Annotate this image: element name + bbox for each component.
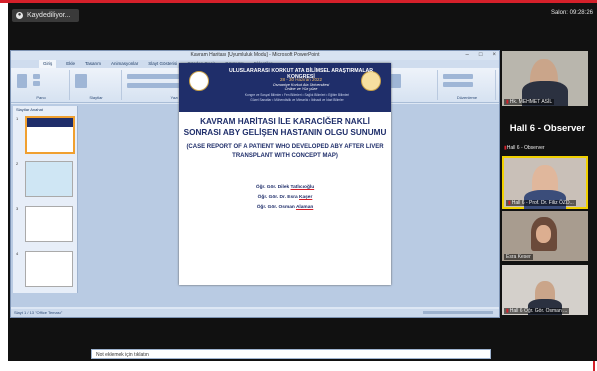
paste-icon[interactable] (17, 74, 27, 88)
font-selector[interactable] (127, 74, 187, 79)
ribbon-group-pano[interactable]: Pano (13, 70, 70, 100)
author-surname: Alaman (295, 205, 314, 210)
tab-animasyonlar[interactable]: Animasyonlar (111, 60, 138, 68)
slide-thumbnail-panel[interactable]: Slaytlar Anahat 1 2 3 4 (13, 106, 78, 293)
tab-slayt-gosterisi[interactable]: Slayt Gösterisi (148, 60, 177, 68)
group-label: Slaytlar (89, 95, 103, 100)
thumb-number: 4 (16, 251, 19, 256)
fields-line-1: Kongre ve Sosyal Bilimler • Fen Bilimler… (244, 93, 350, 97)
participant-name: ▮Hall 6 - Prof. Dr. Filiz ÖZD... (506, 200, 576, 206)
mic-muted-icon: ▮ (506, 308, 509, 314)
cut-icon[interactable] (33, 74, 40, 79)
panel-tabs[interactable]: Slaytlar Anahat (13, 106, 77, 113)
group-label: Düzenleme (456, 95, 478, 100)
participant-tile-5[interactable]: ▮Hall 6 Öğr. Gör. Osman ... (502, 265, 588, 315)
thumb-number: 1 (16, 116, 19, 121)
recording-indicator[interactable]: ● Kaydediliyor... (12, 9, 79, 22)
copy-icon[interactable] (33, 81, 40, 86)
slide-thumbnail-3[interactable] (25, 206, 73, 242)
slide-header-banner: ULUSLARARASI KORKUT ATA BİLİMSEL ARAŞTIR… (179, 63, 391, 112)
group-label: Pano (36, 95, 46, 100)
participant-name-text: Hall 6 Öğr. Gör. Osman ... (509, 308, 568, 314)
participant-name-text: Hall 6 - Prof. Dr. Filiz ÖZD... (511, 200, 574, 206)
tab-ekle[interactable]: Ekle (66, 60, 75, 68)
observer-name: ▮Hall 6 - Observer (504, 145, 545, 151)
author-title: Öğr. Gör. Dr. Esra (257, 195, 298, 200)
mic-muted-icon: ▮ (508, 200, 511, 206)
thumb-header (27, 118, 73, 127)
congress-dates: 28 - 30 Haziran 2022 (279, 77, 323, 82)
congress-fields: Kongre ve Sosyal Bilimler • Fen Bilimler… (209, 93, 385, 103)
close-icon[interactable]: × (492, 51, 496, 60)
maximize-icon[interactable]: □ (479, 51, 483, 60)
host-mode: Online ve Yüz yüze (284, 87, 318, 91)
author-title: Öğr. Gör. Dilek (255, 185, 290, 190)
author-surname: Kaşer (299, 195, 313, 200)
find-icon[interactable] (443, 74, 473, 79)
replace-icon[interactable] (443, 82, 473, 87)
ppt-title-bar: Kavram Haritası [Uyumluluk Modu] - Micro… (11, 51, 499, 60)
participant-name: ▮Hall 6 Öğr. Gör. Osman ... (504, 308, 570, 314)
thumb-number: 3 (16, 206, 19, 211)
participant-tile-1[interactable]: ▮Hk. MEHMET ASİL (502, 51, 588, 106)
participant-tile-3[interactable]: ▮Hall 6 - Prof. Dr. Filiz ÖZD... (502, 156, 588, 209)
fields-line-2: Güzel Sanatlar • Mühendislik ve Mimarlık… (250, 98, 344, 102)
university-logo-icon (189, 71, 209, 91)
author-3: Öğr. Gör. Osman Alaman (179, 203, 391, 213)
current-slide: ULUSLARARASI KORKUT ATA BİLİMSEL ARAŞTIR… (179, 63, 391, 285)
author-2: Öğr. Gör. Dr. Esra Kaşer (179, 193, 391, 203)
meeting-clock: Salon: 09:28:26 (550, 10, 593, 16)
tab-giris[interactable]: Giriş (39, 60, 57, 68)
thumb-number: 2 (16, 161, 19, 166)
slide-english-title: (CASE REPORT OF A PATIENT WHO DEVELOPED … (186, 144, 384, 159)
participant-name-text: Hk. MEHMET ASİL (509, 99, 553, 105)
minimize-icon[interactable]: – (466, 51, 469, 60)
recording-label: Kaydediliyor... (27, 12, 71, 19)
status-text: Slayt 1 / 13 "Office Teması" (14, 310, 63, 315)
notes-field[interactable]: Not eklemek için tıklatın (91, 349, 491, 359)
observer-name-text: Hall 6 - Observer (506, 145, 545, 151)
meeting-stage: ● Kaydediliyor... Salon: 09:28:26 Kavram… (8, 3, 597, 361)
slide-main-title: KAVRAM HARİTASI İLE KARACİĞER NAKLİ SONR… (183, 117, 387, 137)
author-surname: Tatlıcıoğlu (290, 185, 315, 190)
zoom-slider[interactable] (423, 311, 493, 314)
ppt-status-bar: Slayt 1 / 13 "Office Teması" (11, 309, 499, 317)
author-1: Öğr. Gör. Dilek Tatlıcıoğlu (179, 183, 391, 193)
new-slide-icon[interactable] (75, 74, 87, 88)
participant-tile-4[interactable]: Esra Keser (502, 211, 588, 261)
mic-muted-icon: ▮ (506, 99, 509, 105)
record-icon: ● (16, 12, 23, 19)
slide-thumbnail-2[interactable] (25, 161, 73, 197)
ppt-window-title: Kavram Haritası [Uyumluluk Modu] - Micro… (190, 52, 320, 58)
slide-thumbnail-4[interactable] (25, 251, 73, 287)
participant-name: ▮Hk. MEHMET ASİL (504, 99, 555, 105)
observer-heading: Hall 6 - Observer (509, 123, 586, 134)
ribbon-group-slaytlar[interactable]: Slaytlar (71, 70, 122, 100)
corner-accent (593, 361, 595, 371)
tab-tasarim[interactable]: Tasarım (85, 60, 101, 68)
author-title: Öğr. Gör. Osman (256, 205, 295, 210)
slide-authors: Öğr. Gör. Dilek Tatlıcıoğlu Öğr. Gör. Dr… (179, 183, 391, 213)
participant-name-text: Esra Keser (506, 254, 531, 260)
participant-face (536, 225, 551, 243)
congress-host: Osmaniye Korkut Ata Üniversitesi Online v… (219, 83, 383, 91)
ribbon-group-duzenleme[interactable]: Düzenleme (439, 70, 496, 100)
participant-name: Esra Keser (504, 254, 533, 260)
slide-thumbnail-1[interactable] (25, 116, 75, 154)
